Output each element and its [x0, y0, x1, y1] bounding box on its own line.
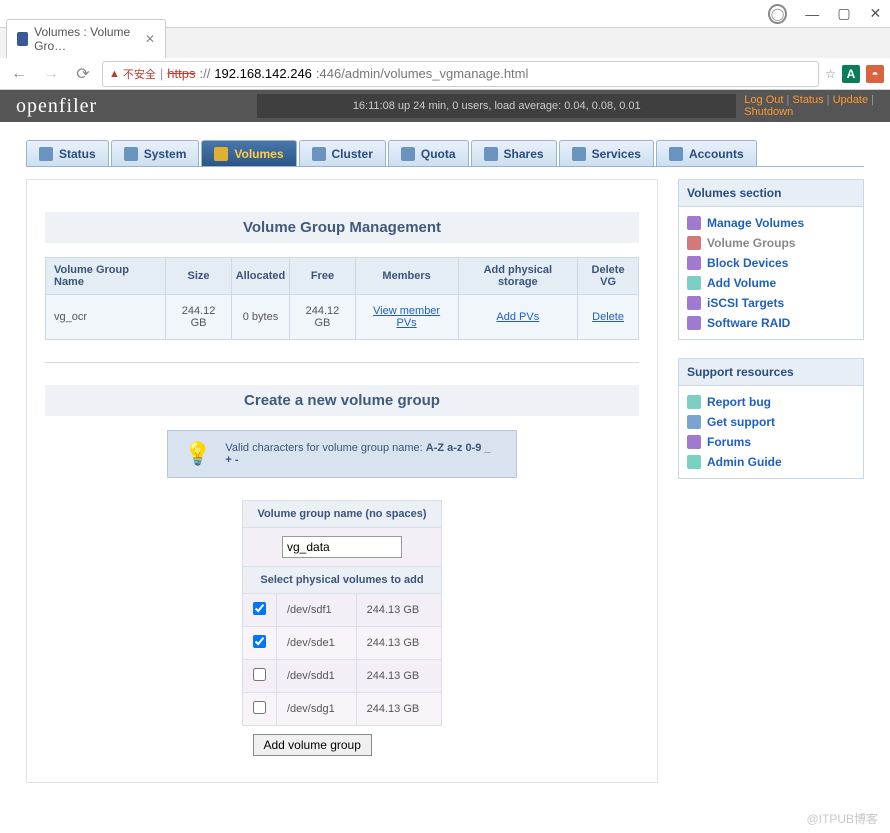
system-tab-icon	[124, 147, 138, 161]
sidebar-item-guide[interactable]: Admin Guide	[683, 452, 859, 472]
watermark: @ITPUB博客	[806, 810, 878, 827]
support-section-title: Support resources	[679, 359, 863, 386]
delete-vg-link[interactable]: Delete	[592, 311, 624, 323]
status-tab-icon	[39, 147, 53, 161]
services-tab-icon	[572, 147, 586, 161]
tab-shares[interactable]: Shares	[471, 140, 557, 166]
hint-box: 💡 Valid characters for volume group name…	[167, 430, 517, 478]
reload-button[interactable]: ⟳	[70, 61, 96, 87]
quota-tab-icon	[401, 147, 415, 161]
lightbulb-icon: 💡	[184, 441, 211, 467]
minimize-button[interactable]: —	[805, 7, 819, 21]
tab-system[interactable]: System	[111, 140, 200, 166]
accounts-tab-icon	[669, 147, 683, 161]
browser-tab[interactable]: Volumes : Volume Gro… ✕	[6, 19, 166, 58]
back-button[interactable]: ←	[6, 61, 32, 87]
pv-checkbox[interactable]	[253, 602, 266, 615]
tab-title: Volumes : Volume Gro…	[34, 25, 139, 53]
url-path: :446/admin/volumes_vgmanage.html	[316, 66, 528, 81]
pv-row: /dev/sdd1244.13 GB	[243, 660, 442, 693]
guide-icon	[687, 455, 701, 469]
view-members-link[interactable]: View member PVs	[373, 305, 440, 329]
main-panel: Volume Group Management Volume Group Nam…	[26, 179, 658, 783]
extension-o-icon[interactable]: ◓	[866, 65, 884, 83]
create-heading: Create a new volume group	[45, 385, 639, 416]
vg-name-label: Volume group name (no spaces)	[243, 501, 442, 528]
sidebar-item-forums[interactable]: Forums	[683, 432, 859, 452]
volumes-tab-icon	[214, 147, 228, 161]
tab-cluster[interactable]: Cluster	[299, 140, 386, 166]
add-pvs-link[interactable]: Add PVs	[496, 311, 539, 323]
url-scheme: https	[167, 66, 195, 81]
vg-table: Volume Group NameSizeAllocatedFreeMember…	[45, 257, 639, 340]
cluster-tab-icon	[312, 147, 326, 161]
favicon-icon	[17, 32, 28, 46]
pv-checkbox[interactable]	[253, 635, 266, 648]
sidebar-item-manage[interactable]: Manage Volumes	[683, 213, 859, 233]
vgm-heading: Volume Group Management	[45, 212, 639, 243]
maximize-button[interactable]: ▢	[837, 7, 850, 21]
browser-tabstrip: Volumes : Volume Gro… ✕	[0, 28, 890, 58]
support-section-box: Support resources Report bugGet supportF…	[678, 358, 864, 479]
address-bar[interactable]: ▲ 不安全 | https://192.168.142.246:446/admi…	[102, 61, 819, 87]
pv-checkbox[interactable]	[253, 701, 266, 714]
header-links: Log Out | Status | Update | Shutdown	[736, 94, 874, 118]
sidebar-item-vg[interactable]: Volume Groups	[683, 233, 859, 253]
status-link[interactable]: Status	[792, 94, 823, 106]
volumes-section-box: Volumes section Manage VolumesVolume Gro…	[678, 179, 864, 340]
iscsi-icon	[687, 296, 701, 310]
logout-link[interactable]: Log Out	[744, 94, 783, 106]
manage-icon	[687, 216, 701, 230]
sidebar-item-sup[interactable]: Get support	[683, 412, 859, 432]
browser-toolbar: ← → ⟳ ▲ 不安全 | https://192.168.142.246:44…	[0, 58, 890, 90]
main-nav: StatusSystemVolumesClusterQuotaSharesSer…	[26, 140, 864, 167]
insecure-icon: ▲ 不安全	[109, 66, 156, 82]
sidebar-item-add[interactable]: Add Volume	[683, 273, 859, 293]
create-form: Volume group name (no spaces) Select phy…	[242, 500, 442, 764]
tab-status[interactable]: Status	[26, 140, 109, 166]
tab-accounts[interactable]: Accounts	[656, 140, 757, 166]
shutdown-link[interactable]: Shutdown	[744, 106, 793, 118]
url-host: 192.168.142.246	[214, 66, 312, 81]
update-link[interactable]: Update	[833, 94, 868, 106]
logo: openfiler	[16, 95, 97, 118]
tab-close-icon[interactable]: ✕	[145, 32, 155, 46]
volumes-section-title: Volumes section	[679, 180, 863, 207]
forums-icon	[687, 435, 701, 449]
pv-row: /dev/sde1244.13 GB	[243, 627, 442, 660]
pv-row: /dev/sdf1244.13 GB	[243, 594, 442, 627]
table-row: vg_ocr244.12 GB0 bytes244.12 GBView memb…	[46, 295, 639, 340]
sidebar-item-bug[interactable]: Report bug	[683, 392, 859, 412]
extension-a-icon[interactable]: A	[842, 65, 860, 83]
tab-services[interactable]: Services	[559, 140, 654, 166]
add-icon	[687, 276, 701, 290]
tab-quota[interactable]: Quota	[388, 140, 469, 166]
vg-icon	[687, 236, 701, 250]
profile-icon: ◯	[768, 4, 787, 24]
shares-tab-icon	[484, 147, 498, 161]
pv-checkbox[interactable]	[253, 668, 266, 681]
raid-icon	[687, 316, 701, 330]
uptime-text: 16:11:08 up 24 min, 0 users, load averag…	[257, 94, 736, 118]
sidebar-item-block[interactable]: Block Devices	[683, 253, 859, 273]
sup-icon	[687, 415, 701, 429]
block-icon	[687, 256, 701, 270]
sidebar-item-raid[interactable]: Software RAID	[683, 313, 859, 333]
tab-volumes[interactable]: Volumes	[201, 140, 296, 166]
bookmark-icon[interactable]: ☆	[825, 67, 836, 81]
forward-button[interactable]: →	[38, 61, 64, 87]
vg-name-input[interactable]	[282, 536, 402, 558]
pv-row: /dev/sdg1244.13 GB	[243, 693, 442, 726]
bug-icon	[687, 395, 701, 409]
app-header: openfiler 16:11:08 up 24 min, 0 users, l…	[0, 90, 890, 122]
add-vg-button[interactable]: Add volume group	[253, 734, 372, 756]
close-button[interactable]: ✕	[869, 7, 882, 21]
sidebar-item-iscsi[interactable]: iSCSI Targets	[683, 293, 859, 313]
pv-select-label: Select physical volumes to add	[243, 567, 442, 594]
